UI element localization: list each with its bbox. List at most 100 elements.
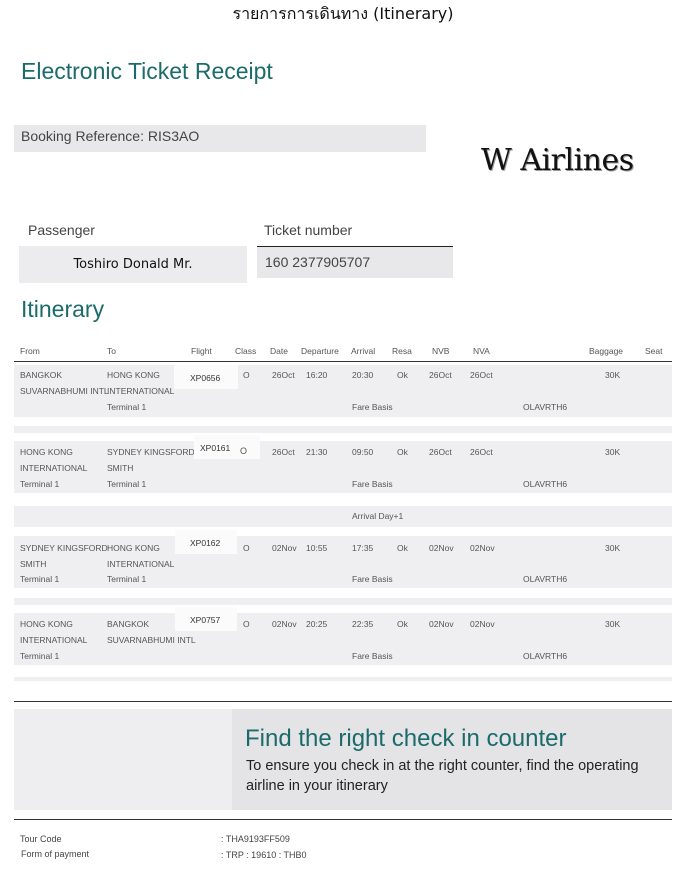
from-airport: SMITH [20,559,47,569]
fare-basis-label: Fare Basis [352,651,393,661]
header-divider [14,361,672,362]
from-airport: SUVARNABHUMI INTL [20,386,109,396]
segment-row: HONG KONG INTERNATIONAL Terminal 1 SYDNE… [14,435,672,493]
header-class: Class [235,346,257,356]
arrival-time: 22:35 [352,619,374,629]
flight-number: XP0757 [175,607,237,631]
payment-value: : TRP : 19610 : THB0 [221,850,307,860]
from-terminal: Terminal 1 [20,651,60,661]
header-departure: Departure [301,346,339,356]
itinerary-title: Itinerary [21,296,105,322]
nvb: 02Nov [429,619,454,629]
date: 26Oct [272,447,295,457]
promo-bottom-rule [14,819,672,820]
baggage: 30K [605,370,621,380]
to-airport: INTERNATIONAL [107,559,175,569]
fare-basis: OLAVRTH6 [523,402,568,412]
date: 02Nov [272,543,297,553]
arrival-time: 20:30 [352,370,374,380]
passenger-label: Passenger [28,222,95,238]
from-city: HONG KONG [20,619,73,629]
baggage: 30K [605,543,621,553]
baggage: 30K [605,619,621,629]
header-seat: Seat [645,346,663,356]
passenger-name: Toshiro Donald Mr. [19,246,247,283]
class: O [243,619,250,629]
fare-basis: OLAVRTH6 [523,574,568,584]
header-arrival: Arrival [351,346,376,356]
to-city: HONG KONG [107,370,160,380]
promo-body: To ensure you check in at the right coun… [246,758,639,794]
nvb: 26Oct [429,447,452,457]
segment-separator [14,677,672,681]
arrival-time: 09:50 [352,447,374,457]
fare-basis: OLAVRTH6 [523,479,568,489]
fare-basis-label: Fare Basis [352,402,393,412]
from-terminal: Terminal 1 [20,479,60,489]
nva: 26Oct [470,370,493,380]
departure-time: 10:55 [306,543,328,553]
departure-time: 21:30 [306,447,328,457]
flight-number: XP0161 [194,435,260,459]
nvb: 26Oct [429,370,452,380]
nva: 26Oct [470,447,493,457]
header-baggage: Baggage [589,346,624,356]
baggage: 30K [605,447,621,457]
from-city: BANGKOK [20,370,63,380]
segment-row: HONG KONG INTERNATIONAL Terminal 1 BANGK… [14,607,672,665]
tour-code-label: Tour Code [20,834,62,844]
arrival-note: Arrival Day+1 [352,511,404,521]
promo-image-area [14,709,232,810]
date: 02Nov [272,619,297,629]
ticket-number-label: Ticket number [264,222,353,238]
to-city: SYDNEY KINGSFORD [107,447,195,457]
nva: 02Nov [470,543,495,553]
flight-number: XP0656 [174,365,238,389]
resa: Ok [397,543,408,553]
to-airport: SUVARNABHUMI INTL [107,635,196,645]
resa: Ok [397,619,408,629]
class: O [243,543,250,553]
to-terminal: Terminal 1 [107,479,147,489]
from-city: SYDNEY KINGSFORD [20,543,108,553]
departure-time: 20:25 [306,619,328,629]
from-airport: INTERNATIONAL [20,635,88,645]
departure-time: 16:20 [306,370,328,380]
flight-number: XP0162 [175,530,237,554]
header-date: Date [270,346,288,356]
resa: Ok [397,447,408,457]
tour-code-value: : THA9193FF509 [221,834,290,844]
segment-separator [14,598,672,605]
to-airport: INTERNATIONAL [107,386,175,396]
from-terminal: Terminal 1 [20,574,60,584]
promo-top-rule [14,701,672,702]
fare-basis-label: Fare Basis [352,479,393,489]
airline-logo: W Airlines [481,143,634,178]
header-nvb: NVB [432,346,450,356]
resa: Ok [397,370,408,380]
to-terminal: Terminal 1 [107,402,147,412]
segment-separator [14,426,672,433]
booking-reference: Booking Reference: RIS3AO [14,125,426,152]
nvb: 02Nov [429,543,454,553]
header-nva: NVA [473,346,490,356]
header-resa: Resa [392,346,412,356]
fare-basis-label: Fare Basis [352,574,393,584]
promo-title: Find the right check in counter [245,725,567,752]
arrival-notice-row: Arrival Day+1 [14,506,672,527]
from-city: HONG KONG [20,447,73,457]
to-city: HONG KONG [107,543,160,553]
date: 26Oct [272,370,295,380]
class: O [240,446,248,456]
arrival-time: 17:35 [352,543,374,553]
document-title: รายการการเดินทาง (Itinerary) [232,4,454,23]
to-terminal: Terminal 1 [107,574,147,584]
header-from: From [20,346,40,356]
segment-row: BANGKOK SUVARNABHUMI INTL HONG KONG INTE… [14,365,672,417]
segment-row: SYDNEY KINGSFORD SMITH Terminal 1 HONG K… [14,530,672,588]
payment-label: Form of payment [21,849,90,859]
nva: 02Nov [470,619,495,629]
receipt-title: Electronic Ticket Receipt [21,58,273,84]
header-flight: Flight [191,346,212,356]
header-to: To [107,346,116,356]
